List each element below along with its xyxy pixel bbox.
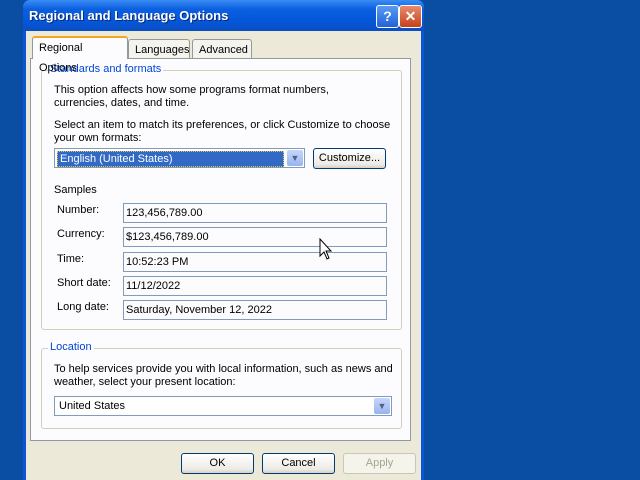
- location-select[interactable]: United States ▼: [54, 396, 392, 416]
- mouse-pointer-icon: [319, 238, 333, 260]
- title-bar[interactable]: Regional and Language Options ? ✕: [23, 0, 424, 31]
- help-button[interactable]: ?: [376, 5, 399, 28]
- format-select-value: English (United States): [57, 151, 284, 167]
- dialog-client-area: Regional Options Languages Advanced Stan…: [26, 31, 421, 480]
- samples-label: Samples: [54, 184, 97, 196]
- sample-label-number: Number:: [57, 204, 100, 216]
- standards-instruction: Select an item to match its preferences,…: [54, 119, 391, 144]
- standards-description: This option affects how some programs fo…: [54, 84, 329, 109]
- regional-options-dialog: Regional and Language Options ? ✕ Region…: [23, 0, 424, 480]
- tab-languages[interactable]: Languages: [128, 39, 190, 59]
- format-select[interactable]: English (United States) ▼: [54, 148, 305, 168]
- location-group: Location To help services provide you wi…: [41, 341, 402, 429]
- apply-button[interactable]: Apply: [343, 453, 416, 474]
- sample-value-short-date: 11/12/2022: [123, 276, 387, 296]
- window-title: Regional and Language Options: [29, 8, 229, 23]
- sample-value-number: 123,456,789.00: [123, 203, 387, 223]
- sample-label-time: Time:: [57, 253, 85, 265]
- chevron-down-icon[interactable]: ▼: [287, 150, 303, 166]
- sample-label-short-date: Short date:: [57, 277, 111, 289]
- sample-label-long-date: Long date:: [57, 301, 109, 313]
- location-legend: Location: [48, 341, 94, 353]
- standards-and-formats-group: Standards and formats This option affect…: [41, 63, 402, 330]
- sample-value-long-date: Saturday, November 12, 2022: [123, 300, 387, 320]
- sample-value-currency: $123,456,789.00: [123, 227, 387, 247]
- sample-label-currency: Currency:: [57, 228, 105, 240]
- customize-button[interactable]: Customize...: [313, 148, 386, 169]
- sample-value-time: 10:52:23 PM: [123, 252, 387, 272]
- location-select-value: United States: [59, 400, 126, 412]
- close-button[interactable]: ✕: [399, 5, 422, 28]
- location-description: To help services provide you with local …: [54, 363, 393, 388]
- tab-regional-options[interactable]: Regional Options: [32, 36, 128, 74]
- tab-advanced[interactable]: Advanced: [192, 39, 252, 59]
- ok-button[interactable]: OK: [181, 453, 254, 474]
- tab-panel: Standards and formats This option affect…: [30, 58, 411, 441]
- cancel-button[interactable]: Cancel: [262, 453, 335, 474]
- chevron-down-icon[interactable]: ▼: [374, 398, 390, 414]
